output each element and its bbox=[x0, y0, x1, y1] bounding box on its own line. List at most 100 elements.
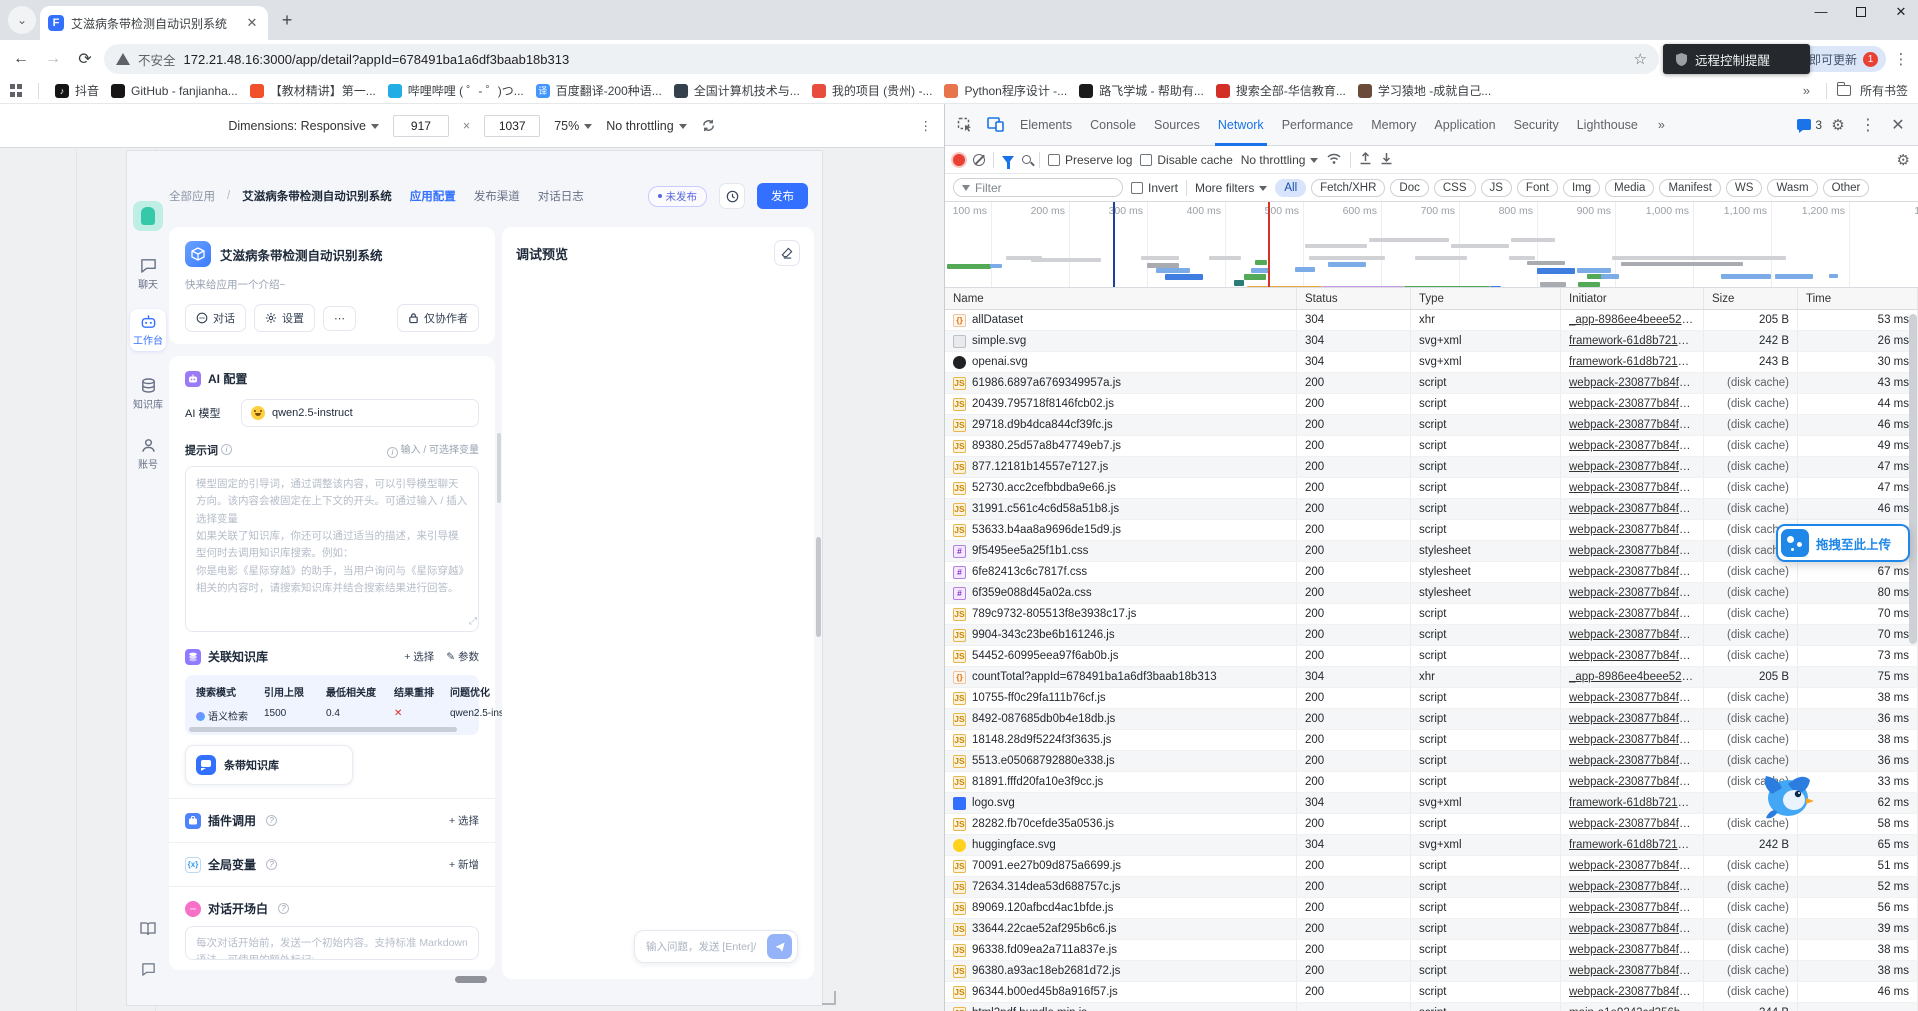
initiator-link[interactable]: main-a1e9242cd356b847.js:1... bbox=[1569, 1007, 1695, 1011]
network-row[interactable]: JS72634.314dea53d688757c.js200scriptwebp… bbox=[945, 877, 1918, 898]
tab-close-icon[interactable]: ✕ bbox=[244, 15, 260, 31]
filter-pill-ws[interactable]: WS bbox=[1726, 179, 1763, 197]
tab-search-button[interactable]: ⌄ bbox=[8, 6, 36, 34]
bookmark-item[interactable]: ♪抖音 bbox=[49, 82, 105, 99]
viewport-resize-grip[interactable] bbox=[822, 991, 836, 1005]
initiator-link[interactable]: webpack-230877b84f0c6e7c.js bbox=[1569, 503, 1695, 515]
initiator-link[interactable]: webpack-230877b84f0c6e7c.js bbox=[1569, 692, 1695, 704]
publish-button[interactable]: 发布 bbox=[757, 183, 808, 209]
filter-pill-doc[interactable]: Doc bbox=[1390, 179, 1428, 197]
initiator-link[interactable]: webpack-230877b84f0c6e7c.js bbox=[1569, 608, 1695, 620]
filter-pill-wasm[interactable]: Wasm bbox=[1767, 179, 1817, 197]
initiator-link[interactable]: webpack-230877b84f0c6e7c.js bbox=[1569, 524, 1695, 536]
viewport-width-input[interactable]: 917 bbox=[393, 115, 449, 137]
initiator-link[interactable]: webpack-230877b84f0c6e7c.js bbox=[1569, 818, 1695, 830]
network-row[interactable]: JS29718.d9b4dca844cf39fc.js200scriptwebp… bbox=[945, 415, 1918, 436]
network-row[interactable]: JS33644.22cae52af295b6c6.js200scriptwebp… bbox=[945, 919, 1918, 940]
back-button[interactable]: ← bbox=[8, 46, 34, 72]
column-header-size[interactable]: Size bbox=[1704, 288, 1798, 309]
initiator-link[interactable]: webpack-230877b84f0c6e7c.js bbox=[1569, 482, 1695, 494]
expand-icon[interactable]: ⤢ bbox=[469, 616, 477, 627]
config-column-scrollbar[interactable] bbox=[497, 433, 501, 503]
bookmark-item[interactable]: 学习猿地 -成就自己... bbox=[1352, 82, 1497, 99]
bookmark-item[interactable]: 路飞学城 - 帮助有... bbox=[1073, 82, 1210, 99]
history-button[interactable] bbox=[719, 183, 745, 209]
filter-pill-manifest[interactable]: Manifest bbox=[1659, 179, 1720, 197]
initiator-link[interactable]: webpack-230877b84f0c6e7c.js bbox=[1569, 461, 1695, 473]
network-table-header[interactable]: NameStatusTypeInitiatorSizeTime bbox=[945, 288, 1918, 310]
import-har-icon[interactable] bbox=[1359, 151, 1372, 168]
initiator-link[interactable]: framework-61d8b7214f67f72f. bbox=[1569, 797, 1695, 809]
settings-button[interactable]: 设置 bbox=[254, 304, 315, 332]
bookmark-item[interactable]: 搜索全部-华信教育... bbox=[1210, 82, 1352, 99]
throttling-select[interactable]: No throttling bbox=[606, 119, 686, 133]
prompt-textarea[interactable]: 模型固定的引导词，通过调整该内容，可以引导模型聊天方向。该内容会被固定在上下文的… bbox=[185, 466, 479, 632]
column-header-name[interactable]: Name bbox=[945, 288, 1297, 309]
filter-pill-js[interactable]: JS bbox=[1481, 179, 1512, 197]
initiator-link[interactable]: webpack-230877b84f0c6e7c.js bbox=[1569, 587, 1695, 599]
filter-pill-font[interactable]: Font bbox=[1517, 179, 1558, 197]
network-row[interactable]: JS61986.6897a6769349957a.js200scriptwebp… bbox=[945, 373, 1918, 394]
reload-button[interactable]: ⟳ bbox=[72, 46, 98, 72]
console-messages-badge[interactable]: 3 bbox=[1797, 118, 1822, 132]
column-header-type[interactable]: Type bbox=[1411, 288, 1561, 309]
breadcrumb-root[interactable]: 全部应用 bbox=[169, 188, 215, 204]
column-header-initiator[interactable]: Initiator bbox=[1561, 288, 1704, 309]
column-header-status[interactable]: Status bbox=[1297, 288, 1411, 309]
initiator-link[interactable]: webpack-230877b84f0c6e7c.js bbox=[1569, 986, 1695, 998]
sidebar-item-robot[interactable]: 工作台 bbox=[130, 309, 166, 351]
network-row[interactable]: #9f5495ee5a25f1b1.css200stylesheetwebpac… bbox=[945, 541, 1918, 562]
network-throttling-select[interactable]: No throttling bbox=[1241, 153, 1319, 167]
record-network-log-icon[interactable] bbox=[953, 154, 965, 166]
initiator-link[interactable]: webpack-230877b84f0c6e7c.js bbox=[1569, 713, 1695, 725]
network-row[interactable]: JS20439.795718f8146fcb02.js200scriptwebp… bbox=[945, 394, 1918, 415]
initiator-link[interactable]: webpack-230877b84f0c6e7c.js bbox=[1569, 398, 1695, 410]
devtools-tab-elements[interactable]: Elements bbox=[1011, 104, 1081, 146]
initiator-link[interactable]: webpack-230877b84f0c6e7c.js bbox=[1569, 545, 1695, 557]
devtools-tab-sources[interactable]: Sources bbox=[1145, 104, 1209, 146]
filter-icon[interactable] bbox=[1002, 156, 1014, 164]
network-row[interactable]: #6f359e088d45a02a.css200stylesheetwebpac… bbox=[945, 583, 1918, 604]
initiator-link[interactable]: webpack-230877b84f0c6e7c.js bbox=[1569, 776, 1695, 788]
feedback-icon[interactable] bbox=[141, 962, 156, 977]
devtools-tab-application[interactable]: Application bbox=[1425, 104, 1504, 146]
network-row[interactable]: JS18148.28d9f5224f3f3635.js200scriptwebp… bbox=[945, 730, 1918, 751]
browser-menu-kebab-icon[interactable]: ⋮ bbox=[1892, 50, 1910, 68]
devtools-tab-console[interactable]: Console bbox=[1081, 104, 1145, 146]
network-row[interactable]: JS96338.fd09ea2a711a837e.js200scriptwebp… bbox=[945, 940, 1918, 961]
network-row[interactable]: JS8492-087685db0b4e18db.js200scriptwebpa… bbox=[945, 709, 1918, 730]
plugin-select-action[interactable]: + 选择 bbox=[449, 813, 479, 828]
model-select[interactable]: qwen2.5-instruct bbox=[241, 399, 479, 427]
initiator-link[interactable]: _app-8986ee4beee52326.js:35 bbox=[1569, 314, 1695, 326]
network-row[interactable]: JS96380.a93ac18eb2681d72.js200scriptwebp… bbox=[945, 961, 1918, 982]
tab-publish-channel[interactable]: 发布渠道 bbox=[474, 188, 520, 204]
network-row[interactable]: JS53633.b4aa8a9696de15d9.js200scriptwebp… bbox=[945, 520, 1918, 541]
network-row[interactable]: JS52730.acc2cefbbdba9e66.js200scriptwebp… bbox=[945, 478, 1918, 499]
tab-app-config[interactable]: 应用配置 bbox=[410, 188, 456, 204]
more-button[interactable]: ⋯ bbox=[323, 306, 356, 331]
bookmarks-overflow-chevron[interactable]: » bbox=[1797, 83, 1816, 98]
filter-pill-fetchxhr[interactable]: Fetch/XHR bbox=[1311, 179, 1385, 197]
close-button[interactable]: ✕ bbox=[1890, 4, 1912, 20]
bookmark-item[interactable]: 哔哩哔哩 ( ゜- ゜)つ... bbox=[382, 82, 530, 99]
all-bookmarks-label[interactable]: 所有书签 bbox=[1860, 82, 1908, 99]
network-filter-input[interactable]: Filter bbox=[953, 178, 1123, 197]
filter-pill-media[interactable]: Media bbox=[1605, 179, 1654, 197]
bookmark-item[interactable]: 【教材精讲】第一... bbox=[244, 82, 382, 99]
devtools-tab-lighthouse[interactable]: Lighthouse bbox=[1568, 104, 1647, 146]
network-settings-gear-icon[interactable]: ⚙ bbox=[1897, 151, 1910, 169]
minimize-button[interactable]: — bbox=[1810, 4, 1832, 20]
collaborator-button[interactable]: 仅协作者 bbox=[397, 304, 479, 332]
devtools-tab-security[interactable]: Security bbox=[1505, 104, 1568, 146]
devtools-scrollbar[interactable] bbox=[1909, 314, 1917, 644]
network-row[interactable]: JS10755-ff0c29fa111b76cf.js200scriptwebp… bbox=[945, 688, 1918, 709]
bookmark-item[interactable]: Python程序设计 -... bbox=[938, 82, 1073, 99]
bookmark-item[interactable]: 我的项目 (贵州) -... bbox=[806, 82, 939, 99]
initiator-link[interactable]: framework-61d8b7214f67f72f. bbox=[1569, 356, 1695, 368]
devtools-tab-memory[interactable]: Memory bbox=[1362, 104, 1425, 146]
network-row[interactable]: {}countTotal?appId=678491ba1a6df3baab18b… bbox=[945, 667, 1918, 688]
initiator-link[interactable]: webpack-230877b84f0c6e7c.js bbox=[1569, 902, 1695, 914]
initiator-link[interactable]: webpack-230877b84f0c6e7c.js bbox=[1569, 629, 1695, 641]
variables-add-action[interactable]: + 新增 bbox=[449, 857, 479, 872]
initiator-link[interactable]: webpack-230877b84f0c6e7c.js bbox=[1569, 377, 1695, 389]
